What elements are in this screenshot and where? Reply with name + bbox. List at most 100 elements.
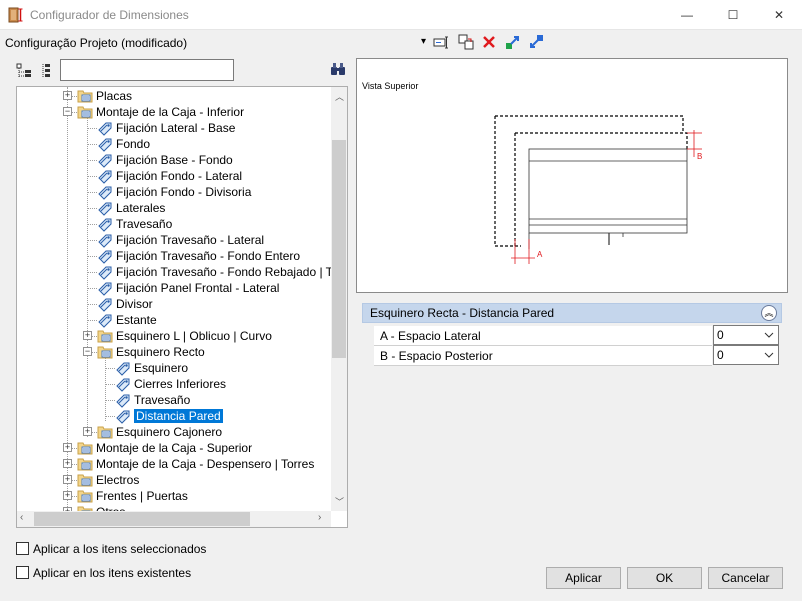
rename-icon[interactable] [432,33,450,51]
delete-icon[interactable] [480,33,498,51]
expand-node-icon[interactable]: + [83,331,92,340]
dimension-a-label: A [537,250,543,259]
tree-guide-line [87,272,97,273]
tree-item[interactable]: Fondo [116,137,150,151]
tree-guide-line [87,288,97,289]
maximize-button[interactable]: ☐ [710,0,756,30]
scroll-left-icon[interactable]: ‹ [20,512,23,523]
property-section-header[interactable]: Esquinero Recta - Distancia Pared ︽ [362,303,782,323]
property-label-a: A - Espacio Lateral [380,329,481,343]
apply-button[interactable]: Aplicar [546,567,621,589]
tree-horizontal-scrollbar[interactable]: ‹ › [17,511,331,527]
tag-icon [116,410,130,424]
tree-guide-line [87,117,88,437]
export-icon[interactable] [504,33,522,51]
tree-item[interactable]: Divisor [116,297,153,311]
tag-icon [98,282,112,296]
expand-node-icon[interactable]: + [63,443,72,452]
tree-guide-line [87,240,97,241]
collapse-node-icon[interactable]: − [83,347,92,356]
espacio-lateral-value: 0 [717,328,724,342]
tree-item[interactable]: Estante [116,313,157,327]
tree-guide-line [105,357,106,421]
apply-existing-label[interactable]: Aplicar en los itens existentes [33,566,191,580]
tree-item[interactable]: Montaje de la Caja - Superior [96,441,252,455]
preview-panel: Vista Superior B A [356,58,788,293]
tree-item[interactable]: Fijación Base - Fondo [116,153,233,167]
tree-view[interactable]: + Placas − Montaje de la Caja - Inferior Fij… [16,86,348,528]
tree-item[interactable]: Travesaño [116,217,172,231]
collapse-section-icon[interactable]: ︽ [761,305,777,321]
scroll-down-icon[interactable]: ﹀ [335,495,344,508]
cancel-button[interactable]: Cancelar [708,567,783,589]
tree-item[interactable]: Montaje de la Caja - Inferior [96,105,244,119]
apply-existing-checkbox[interactable] [16,566,29,579]
expand-node-icon[interactable]: + [83,427,92,436]
scroll-right-icon[interactable]: › [318,512,321,523]
tree-item[interactable]: Travesaño [134,393,190,407]
tree-item-selected[interactable]: Distancia Pared [134,409,223,423]
tree-item[interactable]: Montaje de la Caja - Despensero | Torres [96,457,314,471]
binoculars-icon[interactable] [330,61,346,77]
tree-guide-line [87,176,97,177]
tag-icon [98,202,112,216]
tag-icon [98,218,112,232]
chevron-down-icon[interactable] [764,332,774,339]
tag-icon [98,250,112,264]
folder-icon [77,506,93,511]
close-button[interactable]: ✕ [756,0,802,30]
property-row-a: A - Espacio Lateral [374,326,712,346]
vertical-scroll-thumb[interactable] [332,140,346,358]
tree-guide-line [87,160,97,161]
folder-icon [77,106,93,119]
tree-item[interactable]: Esquinero Recto [116,345,205,359]
tree-item[interactable]: Fijación Travesaño - Fondo Entero [116,249,300,263]
tag-icon [98,234,112,248]
scroll-up-icon[interactable]: ︿ [335,90,344,103]
copy-config-icon[interactable] [457,33,475,51]
espacio-posterior-select[interactable]: 0 [713,345,779,365]
collapse-node-icon[interactable]: − [63,107,72,116]
folder-icon [77,474,93,487]
tree-search-input[interactable] [60,59,234,81]
tree-item[interactable]: Electros [96,473,139,487]
apply-selected-label[interactable]: Aplicar a los itens seleccionados [33,542,206,556]
tree-item[interactable]: Fijación Fondo - Lateral [116,169,242,183]
tree-item[interactable]: Fijación Travesaño - Lateral [116,233,264,247]
tree-item[interactable]: Esquinero L | Oblicuo | Curvo [116,329,272,343]
collapse-tree-icon[interactable] [38,62,56,80]
tree-item[interactable]: Cierres Inferiores [134,377,226,391]
expand-tree-icon[interactable] [15,62,33,80]
tree-vertical-scrollbar[interactable]: ︿ ﹀ [331,87,347,511]
horizontal-scroll-thumb[interactable] [34,512,250,526]
expand-node-icon[interactable]: + [63,475,72,484]
property-row-b: B - Espacio Posterior [374,346,712,366]
apply-selected-checkbox[interactable] [16,542,29,555]
tree-item[interactable]: Placas [96,89,132,103]
config-dropdown-icon[interactable]: ▾ [421,36,426,47]
tree-guide-line [87,256,97,257]
tree-item[interactable]: Fijación Fondo - Divisoria [116,185,251,199]
ok-button[interactable]: OK [627,567,702,589]
tree-item[interactable]: Fijación Travesaño - Fondo Rebajado | Tr… [116,265,331,279]
chevron-down-icon[interactable] [764,352,774,359]
tree-guide-line [87,224,97,225]
app-icon [8,7,23,23]
window-title: Configurador de Dimensiones [30,8,189,22]
tree-item[interactable]: Esquinero Cajonero [116,425,222,439]
tree-viewport: + Placas − Montaje de la Caja - Inferior Fij… [17,87,331,511]
tree-item[interactable]: Frentes | Puertas [96,489,188,503]
espacio-lateral-select[interactable]: 0 [713,325,779,345]
expand-node-icon[interactable]: + [63,459,72,468]
tree-guide-line [105,400,115,401]
expand-node-icon[interactable]: + [63,91,72,100]
tree-item[interactable]: Esquinero [134,361,188,375]
tree-item[interactable]: Laterales [116,201,165,215]
tree-guide-line [87,304,97,305]
espacio-posterior-value: 0 [717,348,724,362]
minimize-button[interactable]: — [664,0,710,30]
tree-item[interactable]: Fijación Panel Frontal - Lateral [116,281,279,295]
tree-item[interactable]: Fijación Lateral - Base [116,121,235,135]
import-icon[interactable] [527,33,545,51]
expand-node-icon[interactable]: + [63,491,72,500]
